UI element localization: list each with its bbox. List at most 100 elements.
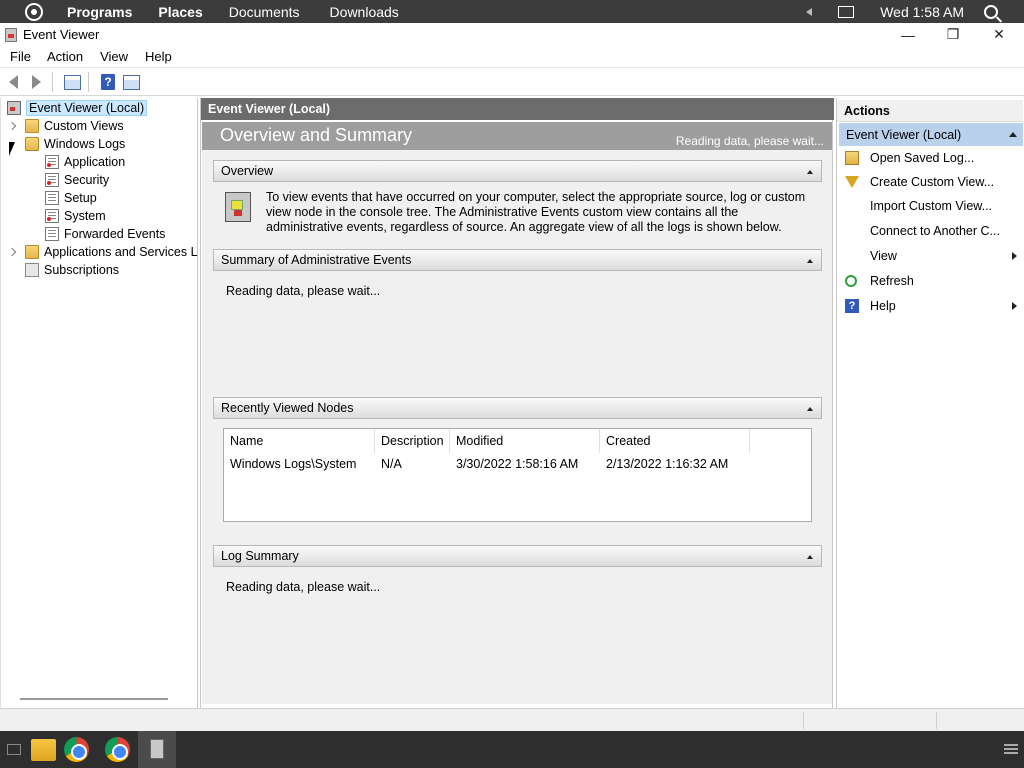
menu-view[interactable]: View xyxy=(100,49,128,64)
console-tree: Event Viewer (Local) Custom Views Window… xyxy=(0,98,198,708)
column-header-created[interactable]: Created xyxy=(600,429,750,453)
window-title: Event Viewer xyxy=(23,27,100,42)
tree-node-system[interactable]: System xyxy=(45,207,106,225)
menu-action[interactable]: Action xyxy=(47,49,83,64)
tray-arrow-icon[interactable] xyxy=(806,7,813,16)
recent-nodes-section-header[interactable]: Recently Viewed Nodes xyxy=(213,397,822,419)
back-arrow-icon xyxy=(8,75,18,89)
admin-events-section-header[interactable]: Summary of Administrative Events xyxy=(213,249,822,271)
menu-help[interactable]: Help xyxy=(145,49,172,64)
restore-button[interactable]: ❐ xyxy=(930,23,976,46)
expand-chevron-icon[interactable] xyxy=(7,121,17,131)
mouse-cursor-icon xyxy=(9,142,15,156)
minimize-button[interactable]: — xyxy=(885,23,931,46)
tree-node-custom-views[interactable]: Custom Views xyxy=(25,117,124,135)
window-titlebar: Event Viewer — ❐ ✕ xyxy=(0,23,1024,46)
log-icon xyxy=(45,191,59,205)
action-create-custom-view[interactable]: Create Custom View... xyxy=(837,171,1023,193)
menu-downloads[interactable]: Downloads xyxy=(330,4,399,20)
collapse-arrow-icon[interactable] xyxy=(807,407,813,411)
toolbar-separator xyxy=(52,72,53,92)
action-label: Connect to Another C... xyxy=(870,224,1000,238)
folder-icon xyxy=(25,119,39,133)
action-open-saved-log[interactable]: Open Saved Log... xyxy=(837,147,1023,169)
console-tree-icon xyxy=(63,74,81,90)
event-viewer-app-icon xyxy=(5,27,17,42)
menu-documents[interactable]: Documents xyxy=(229,4,300,20)
submenu-arrow-icon xyxy=(1012,302,1017,310)
admin-events-section-body: Reading data, please wait... xyxy=(213,272,822,386)
close-button[interactable]: ✕ xyxy=(976,23,1022,46)
actions-group-event-viewer-local[interactable]: Event Viewer (Local) xyxy=(839,123,1023,146)
clock[interactable]: Wed 1:58 AM xyxy=(880,4,964,20)
recent-nodes-section-body: Name Description Modified Created Window… xyxy=(213,420,822,532)
tree-node-security[interactable]: Security xyxy=(45,171,109,189)
folder-icon xyxy=(25,245,39,259)
collapse-arrow-icon[interactable] xyxy=(807,170,813,174)
actions-group-label: Event Viewer (Local) xyxy=(846,127,962,142)
action-help[interactable]: ? Help xyxy=(837,295,1023,317)
menu-bar: File Action View Help xyxy=(0,46,1024,68)
search-icon[interactable] xyxy=(984,4,998,19)
log-icon xyxy=(45,209,59,223)
horizontal-scrollbar[interactable] xyxy=(20,698,168,700)
tree-node-event-viewer-local[interactable]: Event Viewer (Local) xyxy=(7,99,148,117)
loading-status: Reading data, please wait... xyxy=(675,134,824,148)
action-view[interactable]: View xyxy=(837,245,1023,267)
cell-name: Windows Logs\System xyxy=(230,457,357,471)
tree-node-label: Applications and Services Lo xyxy=(44,245,198,259)
help-button[interactable]: ? xyxy=(98,72,118,92)
column-header-modified[interactable]: Modified xyxy=(450,429,600,453)
action-refresh[interactable]: Refresh xyxy=(837,270,1023,292)
menu-programs[interactable]: Programs xyxy=(67,4,132,20)
recent-nodes-table: Name Description Modified Created Window… xyxy=(223,428,812,522)
back-button[interactable] xyxy=(3,72,23,92)
action-import-custom-view[interactable]: Import Custom View... xyxy=(837,195,1023,217)
forward-arrow-icon xyxy=(31,75,41,89)
action-label: View xyxy=(870,249,897,263)
tree-node-applications-and-services[interactable]: Applications and Services Lo xyxy=(25,243,198,261)
action-connect-to-another-computer[interactable]: Connect to Another C... xyxy=(837,220,1023,242)
collapse-arrow-icon[interactable] xyxy=(1009,132,1017,137)
folder-icon xyxy=(25,137,39,151)
show-desktop-icon[interactable] xyxy=(7,744,21,755)
notification-icon[interactable] xyxy=(838,5,855,18)
center-pane: Event Viewer (Local) Overview and Summar… xyxy=(200,98,834,708)
column-header-name[interactable]: Name xyxy=(224,429,375,453)
log-icon xyxy=(45,227,59,241)
tree-node-setup[interactable]: Setup xyxy=(45,189,97,207)
tree-node-application[interactable]: Application xyxy=(45,153,125,171)
chrome-icon[interactable] xyxy=(64,737,89,762)
tree-node-label: Custom Views xyxy=(44,119,124,133)
event-viewer-taskbar-icon[interactable] xyxy=(150,739,164,759)
apps-menu-icon[interactable] xyxy=(25,2,43,21)
subscriptions-icon xyxy=(25,263,39,277)
forward-button[interactable] xyxy=(26,72,46,92)
toolbar-separator xyxy=(88,72,89,92)
expand-chevron-icon[interactable] xyxy=(7,247,17,257)
tree-node-windows-logs[interactable]: Windows Logs xyxy=(25,135,125,153)
center-pane-header: Event Viewer (Local) xyxy=(201,98,834,120)
tree-node-label: Security xyxy=(64,173,110,187)
tree-node-label: Subscriptions xyxy=(44,263,120,277)
log-summary-section-body: Reading data, please wait... xyxy=(213,568,822,682)
log-summary-section-header[interactable]: Log Summary xyxy=(213,545,822,567)
menu-places[interactable]: Places xyxy=(158,4,202,20)
page-title: Overview and Summary xyxy=(220,125,413,145)
taskbar-menu-icon[interactable] xyxy=(1004,744,1018,754)
log-icon xyxy=(45,155,59,169)
file-manager-icon[interactable] xyxy=(31,739,56,761)
collapse-arrow-icon[interactable] xyxy=(807,259,813,263)
overview-section-header[interactable]: Overview xyxy=(213,160,822,182)
column-header-description[interactable]: Description xyxy=(375,429,450,453)
tree-node-forwarded-events[interactable]: Forwarded Events xyxy=(45,225,165,243)
chrome-icon[interactable] xyxy=(105,737,130,762)
log-summary-loading: Reading data, please wait... xyxy=(226,580,381,594)
show-hide-console-tree-button[interactable] xyxy=(62,72,82,92)
tree-node-subscriptions[interactable]: Subscriptions xyxy=(25,261,119,279)
menu-file[interactable]: File xyxy=(10,49,31,64)
show-action-pane-button[interactable] xyxy=(121,72,141,92)
collapse-arrow-icon[interactable] xyxy=(807,555,813,559)
action-label: Refresh xyxy=(870,274,914,288)
section-title: Recently Viewed Nodes xyxy=(221,401,354,415)
